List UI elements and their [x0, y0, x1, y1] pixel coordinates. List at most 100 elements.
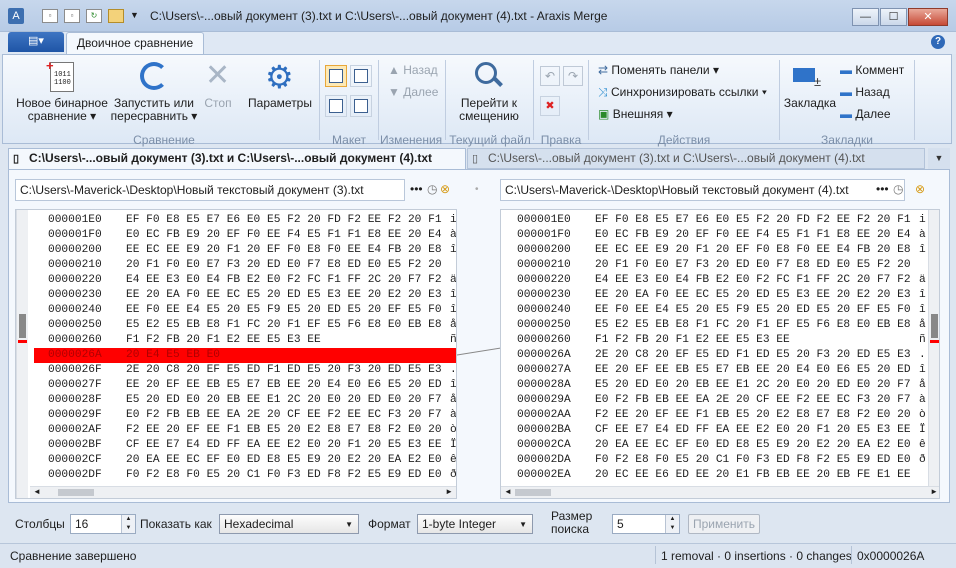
search-size-label-2: поиска — [551, 522, 590, 536]
goto-offset-button[interactable]: Перейти к смещению — [452, 97, 526, 123]
scroll-left-icon[interactable]: ◄ — [504, 487, 512, 496]
ribbon-separator — [588, 60, 589, 140]
tab-list-dropdown[interactable]: ▼ — [928, 148, 950, 169]
new-binary-comparison-icon: + 1011 1100 — [46, 58, 74, 92]
hex-bytes: EE 20 EA F0 EE EC E5 20 ED E5 E3 EE 20 E… — [126, 289, 442, 301]
comment-label: Коммент — [855, 63, 905, 77]
prev-bookmark-button[interactable]: ▬ Назад — [840, 85, 890, 99]
ribbon-separator — [445, 60, 446, 140]
external-button[interactable]: ▣ Внешняя ▾ — [598, 107, 673, 121]
window-title: C:\Users\-...овый документ (3).txt и C:\… — [150, 9, 608, 23]
left-overview-thumb[interactable] — [19, 314, 26, 338]
scroll-right-icon[interactable]: ► — [930, 487, 938, 496]
new-binary-comparison-button[interactable]: Новое бинарное сравнение ▾ — [10, 97, 114, 123]
left-reload-icon[interactable]: ⊗ — [440, 182, 450, 196]
columns-input[interactable]: 16 ▲ ▼ — [70, 514, 136, 534]
show-as-select[interactable]: Hexadecimal ▼ — [219, 514, 359, 534]
document-icon: ▯ — [472, 153, 479, 165]
open-file-icon[interactable]: ▫ — [64, 9, 80, 23]
columns-spinner[interactable]: ▲ ▼ — [121, 515, 135, 533]
hex-bytes: EE EC EE E9 20 F1 20 EF F0 E8 F0 EE E4 F… — [126, 244, 442, 256]
comment-icon: ▬ — [840, 63, 852, 77]
right-history-icon[interactable]: ◷ — [893, 182, 903, 196]
tab-comparison-inactive[interactable]: ▯ C:\Users\-...овый документ (3).txt и C… — [467, 148, 925, 169]
left-hscroll-thumb[interactable] — [58, 489, 94, 496]
status-separator — [851, 546, 852, 564]
tab-comparison-active[interactable]: ▯ C:\Users\-...овый документ (3).txt и C… — [8, 148, 466, 169]
app-icon[interactable]: A — [8, 8, 24, 24]
right-hex-pane[interactable]: 000001E0 EF F0 E8 E5 E7 E6 E0 E5 F2 20 FD… — [500, 209, 940, 499]
tab-binary-compare[interactable]: Двоичное сравнение — [66, 32, 204, 55]
swap-panels-button[interactable]: ⇄ Поменять панели ▾ — [598, 63, 719, 77]
left-overview-bar[interactable] — [16, 210, 28, 498]
hex-bytes: EE EC EE E9 20 F1 20 EF F0 E8 F0 EE E4 F… — [595, 244, 911, 256]
undo-icon[interactable]: ↶ — [540, 66, 560, 86]
right-reload-icon[interactable]: ⊗ — [915, 182, 925, 196]
next-bookmark-button[interactable]: ▬ Далее — [840, 107, 891, 121]
right-file-path[interactable]: C:\Users\-Maverick-\Desktop\Новый тексто… — [500, 179, 905, 201]
left-path-more-icon[interactable]: ••• — [410, 182, 423, 196]
left-hscrollbar[interactable]: ◄ ► — [30, 486, 456, 498]
ribbon-separator — [779, 60, 780, 140]
search-size-input[interactable]: 5 ▲ ▼ — [612, 514, 680, 534]
prev-bookmark-label: Назад — [855, 85, 890, 99]
help-icon[interactable]: ? — [931, 35, 945, 49]
right-path-more-icon[interactable]: ••• — [876, 182, 889, 196]
delete-edit-icon[interactable]: ✖ — [540, 96, 560, 116]
hex-bytes: EE 20 EF EE EB E5 E7 EB EE 20 E4 E0 E6 E… — [595, 364, 911, 376]
run-recompare-button[interactable]: Запустить или пересравнить ▾ — [108, 97, 200, 123]
close-button[interactable]: ✕ — [908, 8, 948, 26]
ribbon-separator — [378, 60, 379, 140]
hex-ascii: î — [919, 364, 926, 376]
scroll-right-icon[interactable]: ► — [445, 487, 453, 496]
layout-vertical-button[interactable] — [350, 95, 372, 117]
left-hex-pane[interactable]: 000001E0 EF F0 E8 E5 E7 E6 E0 E5 F2 20 FD… — [15, 209, 457, 499]
comment-button[interactable]: ▬ Коммент — [840, 63, 904, 77]
scroll-left-icon[interactable]: ◄ — [33, 487, 41, 496]
right-hscroll-thumb[interactable] — [515, 489, 551, 496]
status-separator — [655, 546, 656, 564]
left-history-icon[interactable]: ◷ — [427, 182, 437, 196]
prev-change-button[interactable]: ▲ Назад — [388, 63, 438, 77]
apply-button[interactable]: Применить — [688, 514, 760, 534]
hex-offset: 0000029F — [48, 409, 102, 421]
folder-icon[interactable] — [108, 9, 124, 23]
hex-offset: 0000026A — [517, 349, 571, 361]
bookmark-button[interactable]: Закладка — [782, 97, 838, 110]
layout-three-pane-button[interactable] — [350, 65, 372, 87]
left-file-path[interactable]: C:\Users\-Maverick-\Desktop\Новый тексто… — [15, 179, 405, 201]
hex-offset: 00000200 — [517, 244, 571, 256]
hex-offset: 00000210 — [48, 259, 102, 271]
hex-ascii: î — [450, 289, 457, 301]
file-menu-button[interactable]: ▤▾ — [8, 32, 64, 52]
hex-bytes: F1 F2 FB 20 F1 E2 EE E5 E3 EE — [126, 334, 321, 346]
right-overview-thumb[interactable] — [931, 314, 938, 338]
qat-dropdown-icon[interactable]: ▼ — [130, 10, 139, 20]
hex-ascii: ê — [450, 454, 457, 466]
reload-icon[interactable]: ↻ — [86, 9, 102, 23]
format-select[interactable]: 1-byte Integer ▼ — [417, 514, 533, 534]
hex-row[interactable]: 0000026A 20 E4 E5 EB E0 — [34, 348, 456, 363]
hex-offset: 000002EA — [517, 469, 571, 481]
next-change-button[interactable]: ▼ Далее — [388, 85, 438, 99]
parameters-button[interactable]: Параметры — [246, 97, 314, 110]
search-size-spinner[interactable]: ▲ ▼ — [665, 515, 679, 533]
layout-horizontal-button[interactable] — [325, 95, 347, 117]
new-file-icon[interactable]: ▫ — [42, 9, 58, 23]
hex-bytes: E5 E2 E5 EB E8 F1 FC 20 F1 EF E5 F6 E8 E… — [595, 319, 911, 331]
group-label-changes: Изменения — [380, 133, 443, 147]
right-hscrollbar[interactable]: ◄ ► — [501, 486, 939, 498]
new-binary-label-2: сравнение ▾ — [27, 109, 97, 123]
maximize-button[interactable]: ☐ — [880, 8, 907, 26]
hex-offset: 0000026A — [48, 349, 102, 361]
hex-offset: 000002DF — [48, 469, 102, 481]
redo-icon[interactable]: ↷ — [563, 66, 583, 86]
sync-links-button[interactable]: ⤨ Синхронизировать ссылки ▾ — [598, 85, 767, 100]
right-overview-bar[interactable] — [928, 210, 939, 486]
show-as-label: Показать как — [140, 517, 212, 531]
layout-two-pane-button[interactable] — [325, 65, 347, 87]
stop-button[interactable]: Стоп — [198, 97, 238, 110]
minimize-button[interactable]: — — [852, 8, 879, 26]
hex-offset: 000002BF — [48, 439, 102, 451]
hex-ascii: î — [919, 304, 926, 316]
